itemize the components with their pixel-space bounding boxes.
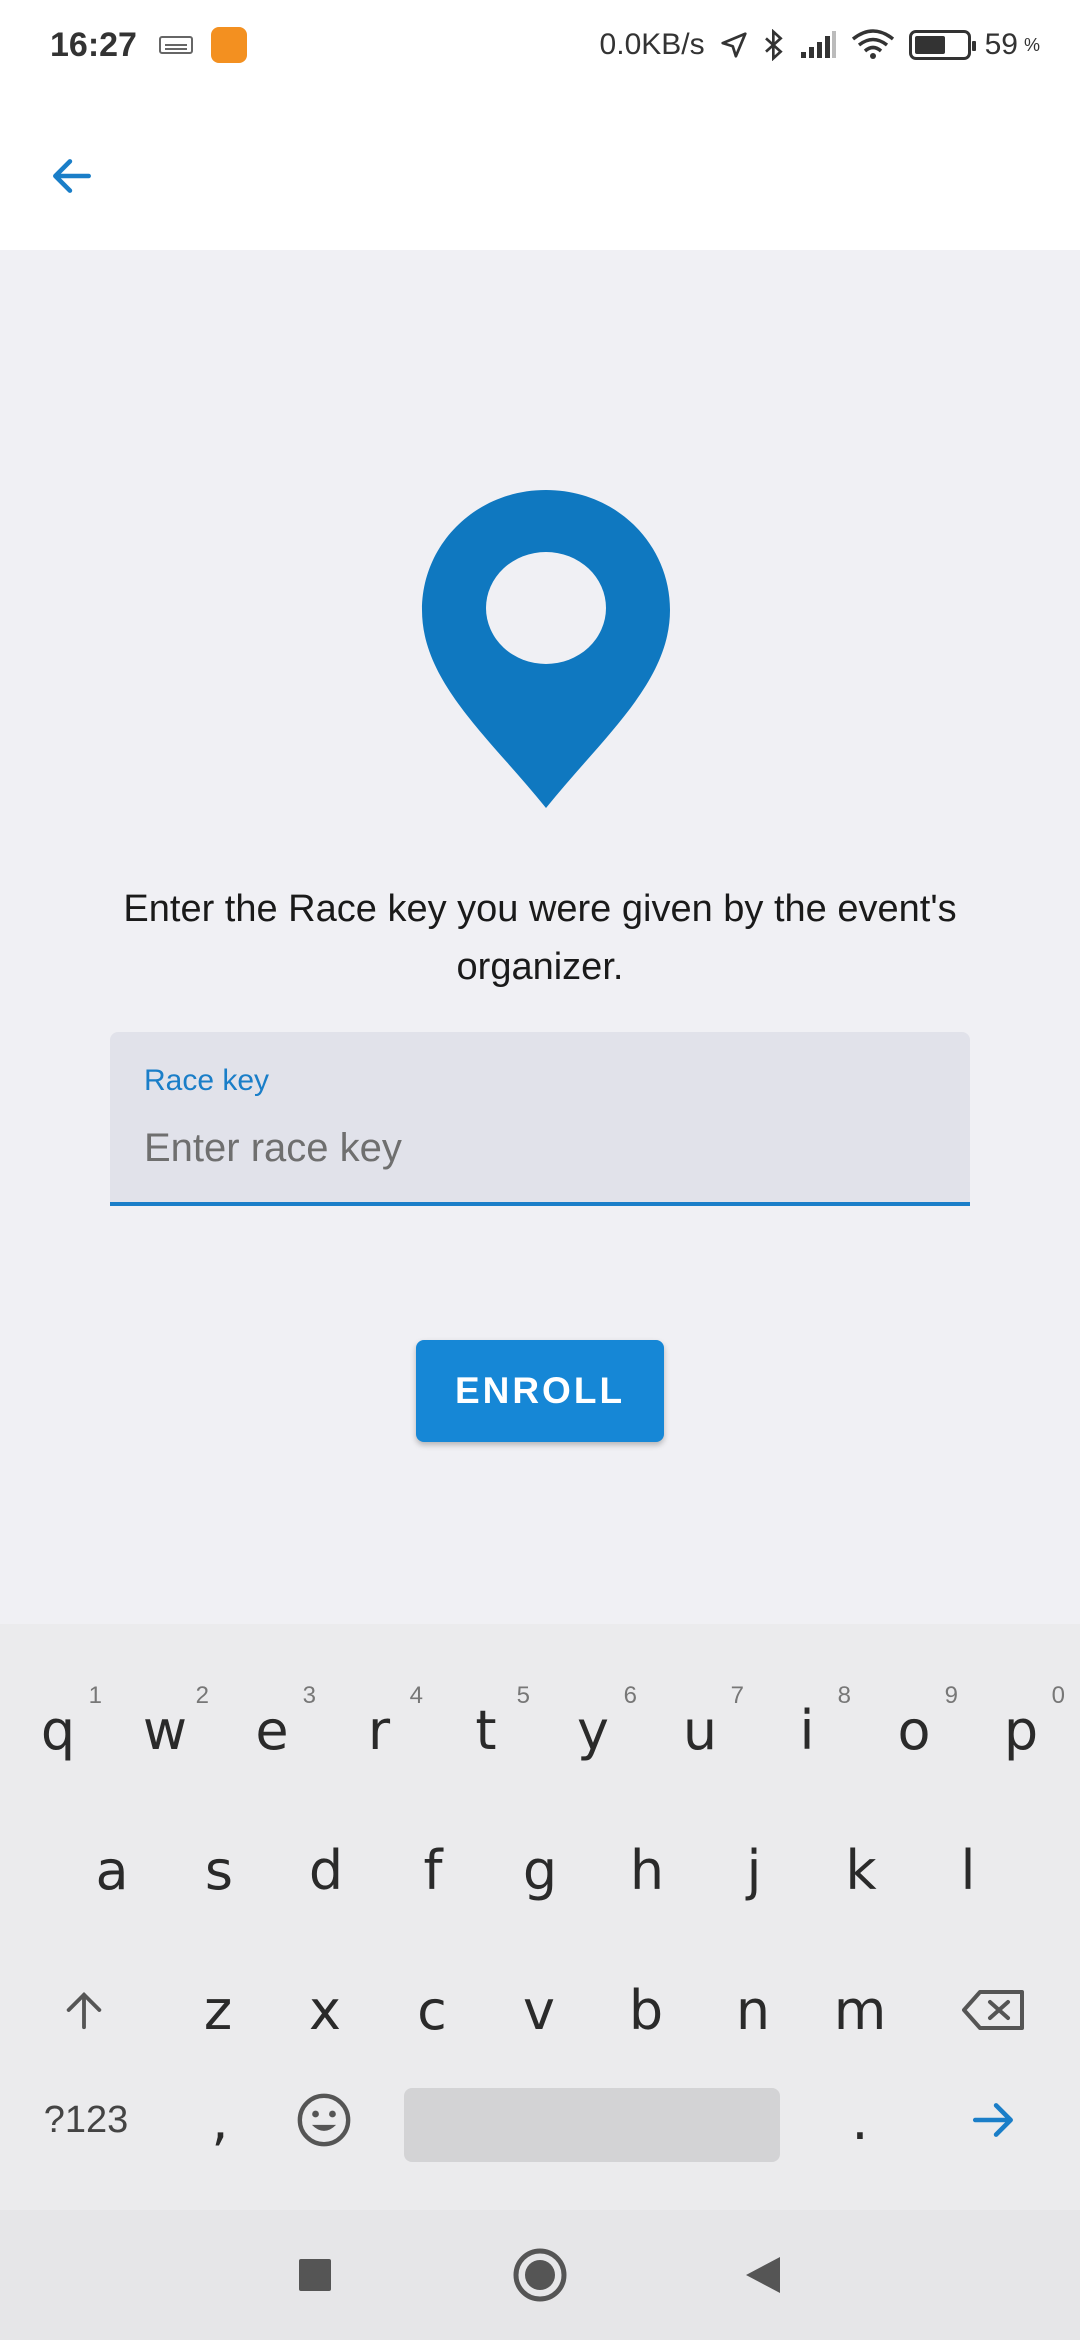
recents-button[interactable] xyxy=(280,2240,350,2310)
enter-key[interactable] xyxy=(944,2060,1044,2180)
key-d[interactable]: d xyxy=(276,1810,376,1930)
key-o[interactable]: o9 xyxy=(864,1670,964,1790)
app-bar xyxy=(0,90,1080,250)
key-number-hint: 7 xyxy=(730,1682,744,1709)
key-k[interactable]: k xyxy=(811,1810,911,1930)
status-bar: 16:27 0.0KB/s 59 % xyxy=(0,0,1080,90)
key-y[interactable]: y6 xyxy=(543,1670,643,1790)
emoji-icon xyxy=(297,2093,351,2147)
backspace-key[interactable] xyxy=(944,1950,1044,2070)
location-arrow-icon xyxy=(719,30,749,60)
key-label: y xyxy=(577,1698,609,1762)
backspace-icon xyxy=(962,1990,1024,2030)
wifi-icon xyxy=(851,29,895,61)
key-number-hint: 0 xyxy=(1051,1682,1065,1709)
key-label: e xyxy=(255,1698,289,1762)
key-a[interactable]: a xyxy=(62,1810,162,1930)
key-label: t xyxy=(475,1698,497,1762)
key-number-hint: 4 xyxy=(409,1682,423,1709)
key-t[interactable]: t5 xyxy=(436,1670,536,1790)
battery-icon xyxy=(908,30,976,60)
key-number-hint: 9 xyxy=(944,1682,958,1709)
navigation-bar xyxy=(0,2210,1080,2340)
signal-icon xyxy=(799,30,837,60)
key-w[interactable]: w2 xyxy=(115,1670,215,1790)
key-number-hint: 3 xyxy=(302,1682,316,1709)
key-q[interactable]: q1 xyxy=(8,1670,108,1790)
app-badge-icon xyxy=(210,27,247,63)
race-key-label: Race key xyxy=(144,1064,270,1097)
key-z[interactable]: z xyxy=(168,1950,268,2070)
key-m[interactable]: m xyxy=(810,1950,910,2070)
symbols-key[interactable]: ?123 xyxy=(34,2060,138,2180)
space-key[interactable] xyxy=(404,2088,780,2162)
status-time: 16:27 xyxy=(50,25,137,64)
key-number-hint: 2 xyxy=(195,1682,209,1709)
keyboard-icon xyxy=(158,36,193,54)
key-n[interactable]: n xyxy=(703,1950,803,2070)
key-b[interactable]: b xyxy=(596,1950,696,2070)
arrow-right-icon xyxy=(972,2103,1013,2137)
emoji-key[interactable] xyxy=(274,2060,374,2180)
key-v[interactable]: v xyxy=(489,1950,589,2070)
period-key[interactable]: . xyxy=(810,2060,910,2180)
key-g[interactable]: g xyxy=(490,1810,590,1930)
key-x[interactable]: x xyxy=(275,1950,375,2070)
key-f[interactable]: f xyxy=(383,1810,483,1930)
key-label: p xyxy=(1003,1698,1039,1762)
key-i[interactable]: i8 xyxy=(757,1670,857,1790)
key-u[interactable]: u7 xyxy=(650,1670,750,1790)
key-s[interactable]: s xyxy=(169,1810,269,1930)
race-key-field[interactable]: Race key xyxy=(110,1032,970,1206)
key-j[interactable]: j xyxy=(704,1810,804,1930)
key-label: o xyxy=(897,1698,931,1762)
key-number-hint: 8 xyxy=(837,1682,851,1709)
back-nav-button[interactable] xyxy=(728,2240,798,2310)
comma-key[interactable]: , xyxy=(170,2060,270,2180)
key-p[interactable]: p0 xyxy=(971,1670,1071,1790)
key-h[interactable]: h xyxy=(597,1810,697,1930)
shift-arrow-icon xyxy=(66,1991,102,2030)
instruction-text: Enter the Race key you were given by the… xyxy=(123,888,957,988)
circle-icon xyxy=(513,2248,567,2302)
key-l[interactable]: l xyxy=(918,1810,1018,1930)
soft-keyboard: q1w2e3r4t5y6u7i8o9p0 asdfghjkl zxcvbnm ?… xyxy=(0,1624,1080,2210)
key-e[interactable]: e3 xyxy=(222,1670,322,1790)
key-label: u xyxy=(682,1698,718,1762)
battery-percent: 59 xyxy=(984,28,1018,61)
race-key-input[interactable] xyxy=(144,1118,934,1178)
status-indicators: 0.0KB/s 59 % xyxy=(600,28,1040,62)
battery-percent-sign: % xyxy=(1023,34,1040,55)
triangle-back-icon xyxy=(746,2257,780,2293)
key-number-hint: 5 xyxy=(516,1682,530,1709)
shift-key[interactable] xyxy=(34,1950,134,2070)
key-label: w xyxy=(142,1698,188,1762)
back-button[interactable] xyxy=(38,142,106,210)
key-label: q xyxy=(40,1698,76,1762)
key-label: r xyxy=(367,1698,391,1762)
network-speed: 0.0KB/s xyxy=(599,28,705,61)
key-number-hint: 1 xyxy=(88,1682,102,1709)
key-r[interactable]: r4 xyxy=(329,1670,429,1790)
key-c[interactable]: c xyxy=(382,1950,482,2070)
home-button[interactable] xyxy=(505,2240,575,2310)
location-pin-icon xyxy=(422,490,670,808)
square-icon xyxy=(299,2259,331,2291)
key-number-hint: 6 xyxy=(623,1682,637,1709)
arrow-left-icon xyxy=(53,159,91,193)
enroll-button[interactable]: ENROLL xyxy=(416,1340,664,1442)
key-label: i xyxy=(799,1698,815,1762)
bluetooth-icon xyxy=(763,29,785,61)
